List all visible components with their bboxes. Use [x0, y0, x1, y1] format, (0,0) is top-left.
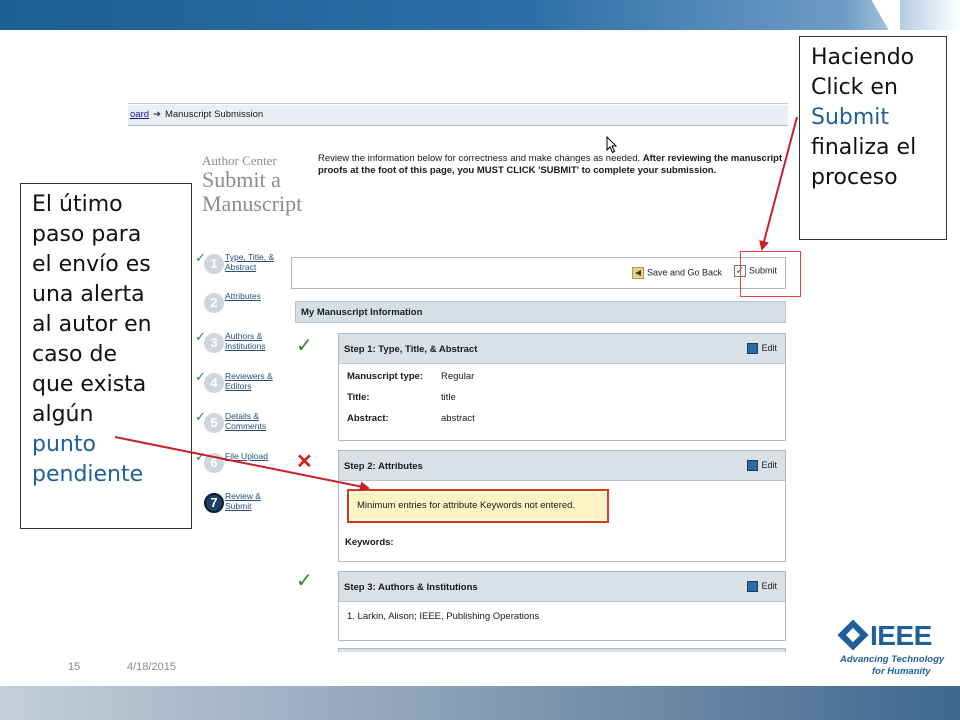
slide-number: 15 — [68, 661, 81, 673]
ieee-diamond-icon — [837, 619, 869, 651]
slide-date: 4/18/2015 — [127, 661, 176, 673]
annotation-arrows — [114, 116, 798, 492]
ieee-logo: IEEE Advancing Technology for Humanity — [837, 619, 948, 678]
arrow-to-alert — [114, 436, 370, 492]
ieee-tagline-1: Advancing Technology — [840, 654, 945, 665]
ieee-tagline-2: for Humanity — [872, 666, 931, 677]
ieee-wordmark: IEEE — [870, 620, 932, 651]
slide-bottom-band — [0, 686, 960, 720]
arrow-to-submit — [759, 116, 798, 251]
